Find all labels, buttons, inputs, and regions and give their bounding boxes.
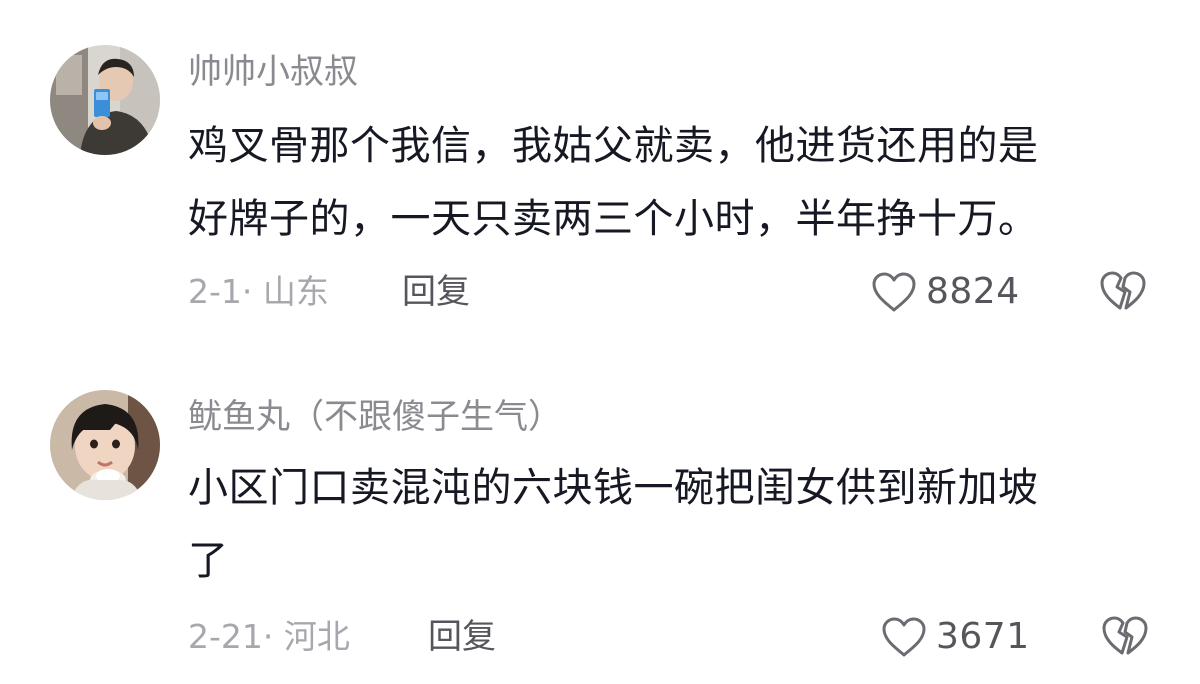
like-count: 8824 bbox=[926, 271, 1020, 312]
comment-item: 鱿鱼丸（不跟傻子生气） 小区门口卖混沌的六块钱一碗把闺女供到新加坡 了 2-21… bbox=[0, 340, 1200, 684]
avatar[interactable] bbox=[50, 390, 160, 500]
comment-text: 小区门口卖混沌的六块钱一碗把闺女供到新加坡 了 bbox=[188, 452, 1148, 598]
username[interactable]: 鱿鱼丸（不跟傻子生气） bbox=[188, 397, 562, 437]
avatar[interactable] bbox=[50, 45, 160, 155]
comment-text: 鸡叉骨那个我信，我姑父就卖，他进货还用的是 好牌子的，一天只卖两三个小时，半年挣… bbox=[188, 110, 1148, 256]
like-button[interactable]: 3671 bbox=[880, 613, 1030, 661]
reply-button[interactable]: 回复 bbox=[428, 617, 496, 657]
broken-heart-icon bbox=[1102, 616, 1148, 655]
comment-text-line: 鸡叉骨那个我信，我姑父就卖，他进货还用的是 bbox=[188, 123, 1039, 169]
broken-heart-icon bbox=[1100, 271, 1146, 310]
avatar-girl-icecream-icon bbox=[50, 390, 160, 500]
comment-text-line: 小区门口卖混沌的六块钱一碗把闺女供到新加坡 bbox=[188, 465, 1039, 511]
comment-item: 帅帅小叔叔 鸡叉骨那个我信，我姑父就卖，他进货还用的是 好牌子的，一天只卖两三个… bbox=[0, 0, 1200, 340]
like-button[interactable]: 8824 bbox=[870, 268, 1020, 316]
avatar-man-selfie-icon bbox=[50, 45, 160, 155]
date-location: 2-21· 河北 bbox=[188, 617, 350, 656]
dislike-button[interactable] bbox=[1100, 613, 1150, 661]
heart-outline-icon bbox=[872, 272, 916, 312]
username[interactable]: 帅帅小叔叔 bbox=[188, 52, 358, 92]
date-location: 2-1· 山东 bbox=[188, 272, 329, 311]
comment-text-line: 好牌子的，一天只卖两三个小时，半年挣十万。 bbox=[188, 196, 1039, 242]
reply-button[interactable]: 回复 bbox=[402, 272, 470, 312]
dislike-button[interactable] bbox=[1098, 268, 1148, 316]
comment-text-line: 了 bbox=[188, 538, 229, 584]
heart-outline-icon bbox=[882, 617, 926, 657]
like-count: 3671 bbox=[936, 616, 1030, 657]
